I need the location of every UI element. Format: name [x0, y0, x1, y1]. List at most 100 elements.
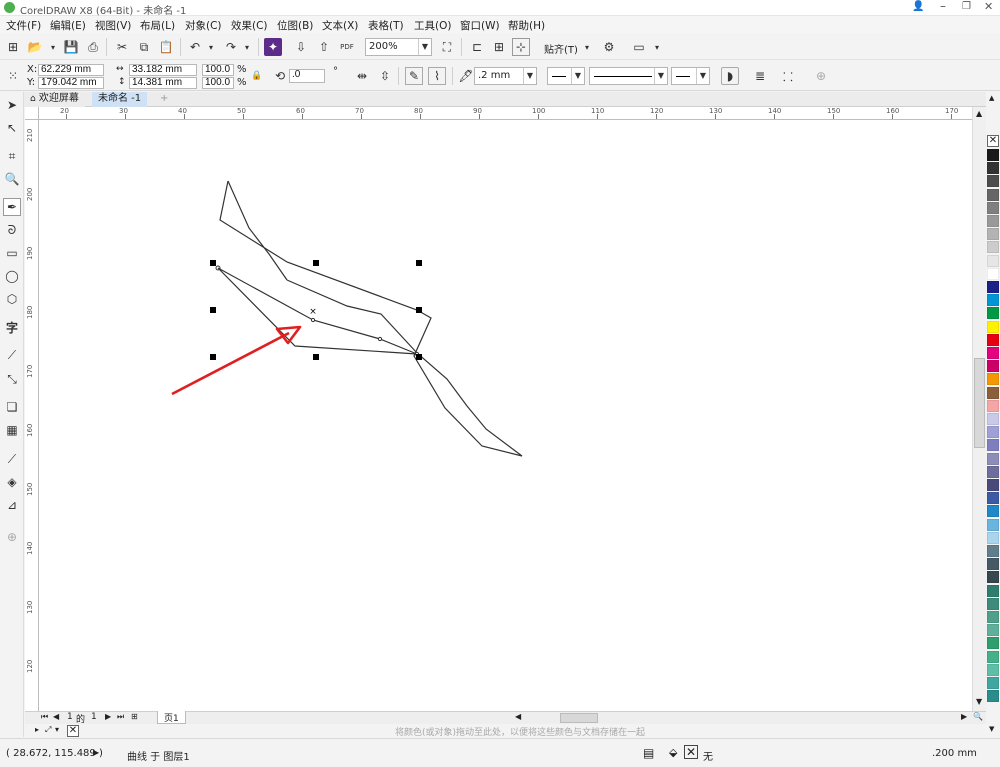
new-document-icon[interactable]: ⊞ [4, 38, 22, 56]
color-swatch[interactable] [987, 637, 999, 650]
y-position-field[interactable]: 179.042 mm [38, 77, 104, 89]
tab-welcome-screen[interactable]: ⌂ 欢迎屏幕 [24, 92, 85, 107]
open-folder-icon[interactable]: 📂 [26, 38, 44, 56]
no-fill-swatch[interactable]: ✕ [684, 745, 698, 759]
selection-center-marker[interactable]: × [309, 307, 317, 317]
no-color-swatch[interactable]: ✕ [987, 135, 999, 147]
menu-help[interactable]: 帮助(H) [508, 18, 545, 33]
rectangle-tool-icon[interactable]: ▭ [3, 244, 21, 262]
palette-options-icon[interactable]: ▾ [55, 725, 59, 734]
text-wrap-icon[interactable]: ≣ [751, 67, 769, 85]
curve-outer[interactable] [219, 180, 523, 457]
import-icon[interactable]: ⇩ [292, 38, 310, 56]
application-launcher-icon[interactable]: ▭ [630, 38, 648, 56]
page-tab-1[interactable]: 页1 [157, 711, 186, 724]
color-swatch[interactable] [987, 228, 999, 241]
save-icon[interactable]: 💾 [62, 38, 80, 56]
freehand-tool-icon[interactable]: ✒ [3, 198, 21, 216]
menu-bitmap[interactable]: 位图(B) [277, 18, 313, 33]
zoom-level-dropdown[interactable]: 200% ▼ [365, 38, 432, 56]
artistic-media-tool-icon[interactable]: ᘐ [3, 221, 21, 239]
search-content-icon[interactable]: ✦ [264, 38, 282, 56]
color-swatch[interactable] [987, 624, 999, 637]
selection-handle-middle-left[interactable] [210, 307, 216, 313]
color-swatch[interactable] [987, 452, 999, 465]
color-swatch[interactable] [987, 294, 999, 307]
previous-page-icon[interactable]: ◀ [53, 712, 59, 721]
horizontal-scroll-thumb[interactable] [560, 713, 598, 723]
zoom-icon[interactable]: 🔍 [973, 712, 983, 721]
add-icon[interactable]: ⊕ [812, 67, 830, 85]
menu-window[interactable]: 窗口(W) [460, 18, 500, 33]
full-screen-icon[interactable]: ⛶ [438, 38, 456, 56]
scale-width-field[interactable]: 100.0 [202, 64, 234, 76]
menu-layout[interactable]: 布局(L) [140, 18, 175, 33]
object-origin-icon[interactable]: ⁙ [4, 67, 22, 85]
selection-handle-bottom-center[interactable] [313, 354, 319, 360]
print-icon[interactable]: ⎙ [84, 38, 102, 56]
color-swatch[interactable] [987, 149, 999, 161]
menu-file[interactable]: 文件(F) [6, 18, 41, 33]
export-icon[interactable]: ⇧ [315, 38, 333, 56]
color-swatch[interactable] [987, 175, 999, 188]
shape-tool-icon[interactable]: ↖ [3, 119, 21, 137]
scroll-up-icon[interactable]: ▲ [976, 109, 982, 118]
next-page-icon[interactable]: ▶ [105, 712, 111, 721]
rotation-angle-field[interactable]: .0 [289, 69, 325, 83]
paste-icon[interactable]: 📋 [157, 38, 175, 56]
undo-dropdown-icon[interactable]: ▾ [202, 38, 220, 56]
minimize-button[interactable]: – [940, 0, 946, 13]
color-swatch[interactable] [987, 571, 999, 584]
show-grid-icon[interactable]: ⊞ [490, 38, 508, 56]
color-swatch[interactable] [987, 281, 999, 293]
palette-scroll-up-icon[interactable]: ▲ [989, 94, 994, 102]
height-field[interactable]: 14.381 mm [129, 77, 197, 89]
eyedropper-icon[interactable]: ⤢ [45, 725, 51, 735]
start-arrowhead-dropdown[interactable]: ▼ [547, 67, 585, 85]
palette-menu-icon[interactable]: ▸ [35, 725, 39, 734]
show-rulers-icon[interactable]: ⊏ [468, 38, 486, 56]
transparency-tool-icon[interactable]: ▦ [3, 421, 21, 439]
color-swatch[interactable] [987, 347, 999, 359]
selection-handle-bottom-right[interactable] [416, 354, 422, 360]
color-swatch[interactable] [987, 360, 999, 373]
color-swatch[interactable] [987, 663, 999, 676]
color-swatch[interactable] [987, 188, 999, 201]
color-swatch[interactable] [987, 333, 999, 346]
gear-icon[interactable]: ⚙ [600, 38, 618, 56]
x-position-field[interactable]: 62.229 mm [38, 64, 104, 76]
account-icon[interactable]: 👤 [912, 1, 924, 12]
color-swatch[interactable] [987, 597, 999, 610]
color-swatch[interactable] [987, 505, 999, 518]
open-dropdown-icon[interactable]: ▾ [44, 38, 62, 56]
color-swatch[interactable] [987, 413, 999, 425]
color-swatch[interactable] [987, 531, 999, 544]
drop-shadow-tool-icon[interactable]: ❏ [3, 398, 21, 416]
scroll-right-icon[interactable]: ▶ [961, 712, 967, 721]
color-proof-icon[interactable]: ▤ [643, 746, 654, 760]
selection-handle-top-center[interactable] [313, 260, 319, 266]
color-swatch[interactable] [987, 320, 999, 333]
curve-node[interactable] [377, 336, 383, 342]
color-swatch[interactable] [987, 690, 999, 703]
color-swatch[interactable] [987, 307, 999, 320]
ruler-corner[interactable] [25, 107, 39, 120]
publish-pdf-icon[interactable]: PDF [338, 38, 356, 56]
add-page-icon[interactable]: ⊞ [131, 712, 138, 721]
crop-tool-icon[interactable]: ⌗ [3, 147, 21, 165]
selection-handle-top-right[interactable] [416, 260, 422, 266]
color-swatch[interactable] [987, 201, 999, 214]
color-swatch[interactable] [987, 215, 999, 227]
fill-bucket-icon[interactable]: ⬙ [669, 746, 677, 759]
color-swatch[interactable] [987, 518, 999, 531]
drawing-surface[interactable]: × [39, 120, 972, 711]
menu-edit[interactable]: 编辑(E) [50, 18, 86, 33]
vertical-scrollbar[interactable]: ▲ ▼ [972, 107, 986, 711]
vertical-ruler[interactable]: 210 200 190 180 170 160 150 140 130 120 [25, 120, 39, 712]
tab-document[interactable]: 未命名 -1 [92, 92, 148, 107]
color-swatch[interactable] [987, 426, 999, 439]
smart-fill-tool-icon[interactable]: ⊿ [3, 496, 21, 514]
menu-object[interactable]: 对象(C) [185, 18, 222, 33]
menu-tools[interactable]: 工具(O) [414, 18, 451, 33]
color-swatch[interactable] [987, 254, 999, 267]
